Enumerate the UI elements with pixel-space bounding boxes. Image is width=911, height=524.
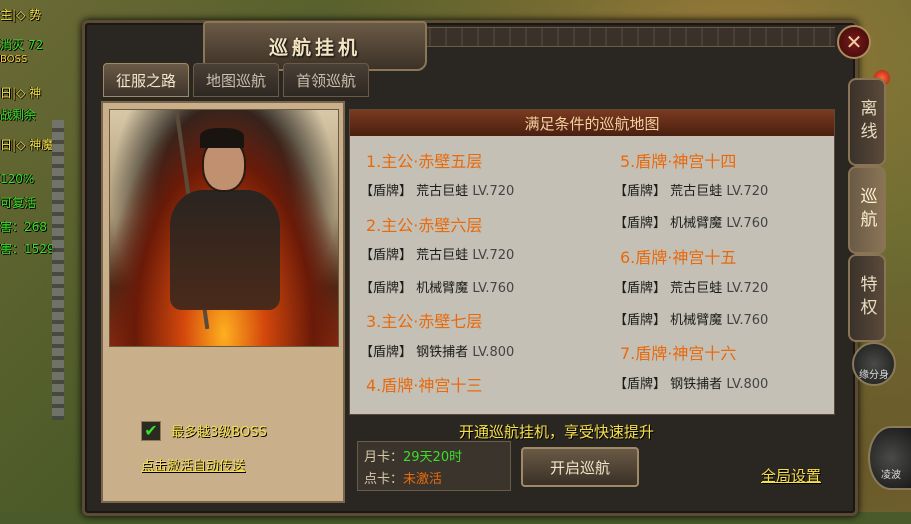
monster-name: 钢铁捕者: [416, 345, 469, 360]
lingbo-skill-icon[interactable]: 凌波: [868, 426, 911, 490]
map-title[interactable]: 5.盾牌·神宫十四: [620, 148, 736, 172]
tab-conquest[interactable]: 征服之路: [103, 63, 189, 97]
monster-entry: 【盾牌】 钢铁捕者 LV.800: [360, 341, 514, 360]
point-card-value: 未激活: [403, 472, 443, 487]
monster-level: LV.760: [726, 313, 769, 328]
monster-level: LV.720: [472, 248, 515, 263]
monster-name: 钢铁捕者: [670, 377, 723, 392]
monster-entry: 【盾牌】 机械臂魔 LV.760: [360, 277, 514, 296]
left-hud: 主|◇ 势 消灭 72 BOSS 日|◇ 神 战剩余 日|◇ 神魔 120% 可…: [0, 0, 80, 512]
hud-line: 消灭 72: [0, 38, 44, 52]
tab-boss-cruise[interactable]: 首领巡航: [283, 63, 369, 97]
chain-decoration: [52, 120, 64, 420]
monster-name: 机械臂魔: [670, 216, 723, 231]
hud-line: BOSS: [0, 54, 28, 65]
point-card-key: 点卡：: [364, 472, 404, 487]
monster-tag: 【盾牌】: [360, 345, 413, 360]
monster-level: LV.760: [726, 216, 769, 231]
side-tab-privilege[interactable]: 特权: [848, 254, 886, 342]
monster-tag: 【盾牌】: [614, 313, 667, 328]
month-card-key: 月卡：: [364, 450, 404, 465]
monster-entry: 【盾牌】 荒古巨蛙 LV.720: [360, 244, 514, 263]
map-list-header: 满足条件的巡航地图: [350, 110, 834, 136]
map-list-header-text: 满足条件的巡航地图: [524, 114, 660, 133]
map-list-panel: 满足条件的巡航地图 1.主公·赤壁五层 【盾牌】 荒古巨蛙 LV.720 2.主…: [349, 109, 835, 415]
monster-tag: 【盾牌】: [360, 184, 413, 199]
map-title[interactable]: 2.主公·赤壁六层: [366, 212, 482, 236]
boss-limit-checkbox[interactable]: ✔: [141, 421, 161, 441]
monster-name: 机械臂魔: [670, 313, 723, 328]
hud-line: 战剩余: [0, 108, 37, 122]
monster-entry: 【盾牌】 荒古巨蛙 LV.720: [614, 277, 768, 296]
monster-level: LV.800: [726, 377, 769, 392]
hud-line: 日|◇ 神: [0, 86, 42, 100]
monster-name: 机械臂魔: [416, 281, 469, 296]
monster-entry: 【盾牌】 机械臂魔 LV.760: [614, 309, 768, 328]
map-title[interactable]: 4.盾牌·神宫十三: [366, 372, 482, 396]
monster-level: LV.800: [472, 345, 515, 360]
tab-map-cruise[interactable]: 地图巡航: [193, 63, 279, 97]
point-card-row: 点卡：未激活: [364, 468, 442, 487]
hero-portrait: [109, 109, 339, 347]
start-cruise-button[interactable]: 开启巡航: [521, 447, 639, 487]
monster-tag: 【盾牌】: [614, 281, 667, 296]
title-pattern-bar: [415, 27, 835, 47]
hud-line: 日|◇ 神魔: [0, 138, 54, 152]
side-tab-cruise[interactable]: 巡航: [848, 166, 886, 254]
monster-name: 荒古巨蛙: [416, 184, 469, 199]
activate-auto-teleport-link[interactable]: 点击激活自动传送: [141, 455, 245, 474]
cruise-dialog: 巡航挂机 ✕ 征服之路 地图巡航 首领巡航 ✔ 最多越3级BOSS 点击激活自动…: [82, 20, 871, 516]
map-title[interactable]: 6.盾牌·神宫十五: [620, 244, 736, 268]
hero-hat-shape: [200, 128, 244, 148]
hud-line: 可复活: [0, 196, 37, 210]
monster-tag: 【盾牌】: [614, 377, 667, 392]
side-tab-offline[interactable]: 离线: [848, 78, 886, 166]
map-title[interactable]: 7.盾牌·神宫十六: [620, 340, 736, 364]
monster-entry: 【盾牌】 荒古巨蛙 LV.720: [360, 180, 514, 199]
monster-entry: 【盾牌】 荒古巨蛙 LV.720: [614, 180, 768, 199]
monster-entry: 【盾牌】 机械臂魔 LV.760: [614, 212, 768, 231]
monster-name: 荒古巨蛙: [670, 281, 723, 296]
hud-line: 主|◇ 势: [0, 8, 42, 22]
monster-level: LV.760: [472, 281, 515, 296]
promo-text: 开通巡航挂机，享受快速提升: [459, 423, 655, 441]
monster-level: LV.720: [726, 281, 769, 296]
hud-line: 120%: [0, 172, 35, 186]
left-panel: ✔ 最多越3级BOSS 点击激活自动传送: [101, 101, 345, 503]
monster-name: 荒古巨蛙: [670, 184, 723, 199]
monster-tag: 【盾牌】: [614, 184, 667, 199]
boss-limit-label: 最多越3级BOSS: [171, 425, 267, 440]
map-title[interactable]: 1.主公·赤壁五层: [366, 148, 482, 172]
close-button[interactable]: ✕: [837, 25, 871, 59]
monster-tag: 【盾牌】: [360, 281, 413, 296]
monster-entry: 【盾牌】 钢铁捕者 LV.800: [614, 373, 768, 392]
monster-level: LV.720: [726, 184, 769, 199]
month-card-row: 月卡：29天20时: [364, 446, 462, 465]
card-status-box: 月卡：29天20时 点卡：未激活: [357, 441, 511, 491]
dialog-title: 巡航挂机: [268, 36, 361, 59]
hud-line: 害：268: [0, 220, 47, 234]
hero-body-shape: [170, 190, 280, 310]
clone-skill-icon[interactable]: 缘分身: [852, 342, 896, 386]
month-card-value: 29天20时: [403, 450, 463, 465]
global-settings-link[interactable]: 全局设置: [761, 465, 821, 486]
hud-line: 害：1529: [0, 242, 55, 256]
monster-tag: 【盾牌】: [614, 216, 667, 231]
monster-level: LV.720: [472, 184, 515, 199]
monster-name: 荒古巨蛙: [416, 248, 469, 263]
monster-tag: 【盾牌】: [360, 248, 413, 263]
map-title[interactable]: 3.主公·赤壁七层: [366, 308, 482, 332]
